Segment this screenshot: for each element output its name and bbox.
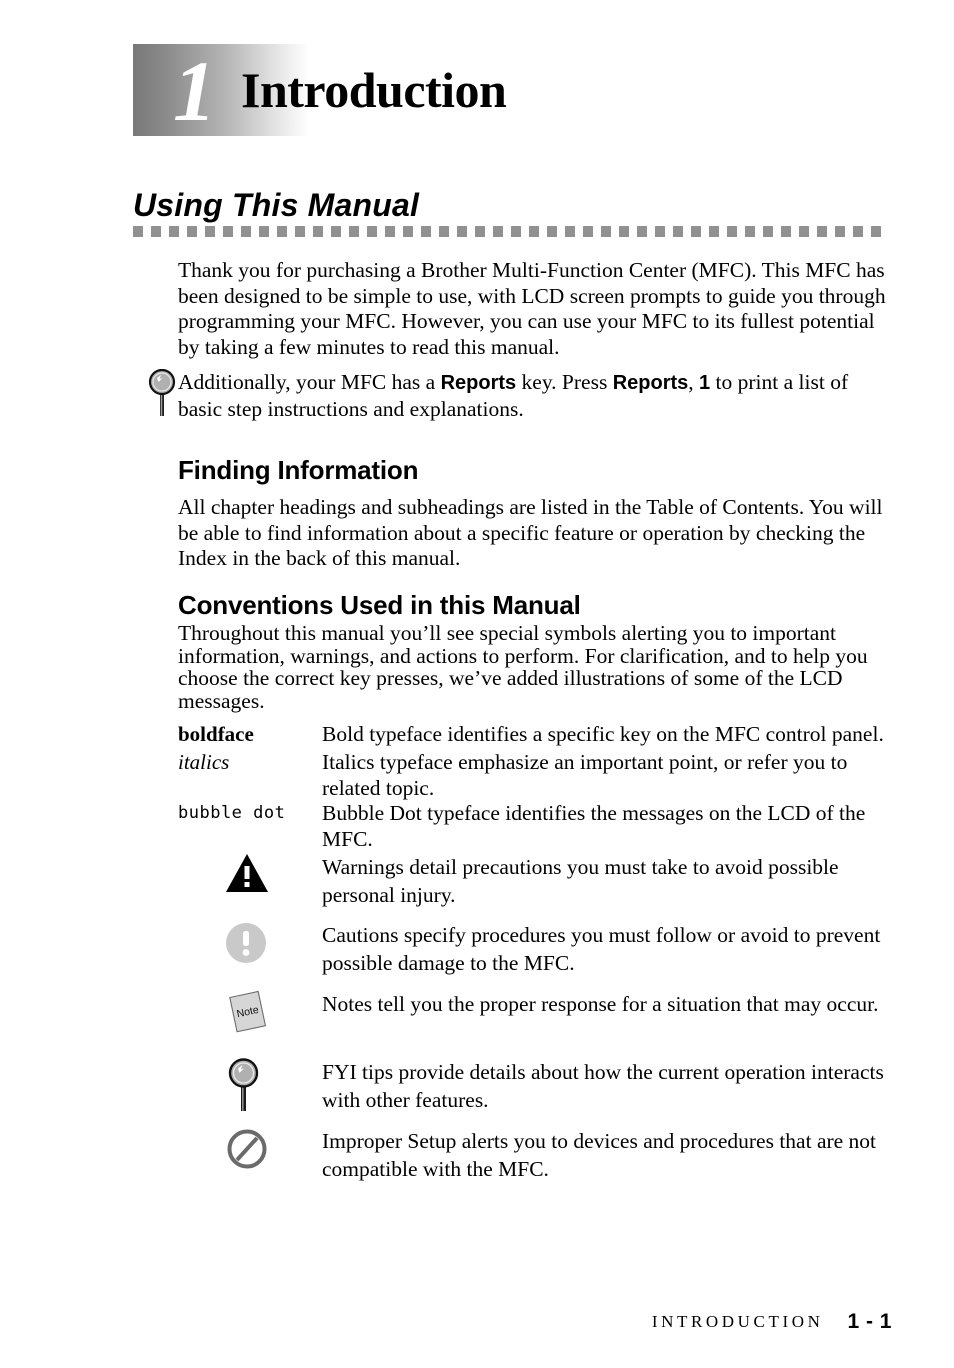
- symbol-description-improper-setup: Improper Setup alerts you to devices and…: [322, 1129, 877, 1181]
- symbol-description-warning: Warnings detail precautions you must tak…: [322, 855, 839, 907]
- magnifier-icon: [225, 1058, 287, 1114]
- finding-information-paragraph: All chapter headings and subheadings are…: [178, 495, 883, 570]
- footer-page-number: 1 - 1: [847, 1310, 892, 1333]
- chapter-number: 1: [173, 43, 216, 139]
- page-title: Introduction: [241, 62, 507, 118]
- typeface-term-bubble-dot: bubble dot: [178, 803, 286, 823]
- manual-page: 1 Introduction Using This Manual Thank y…: [0, 0, 954, 1368]
- fyi-text-2: key. Press: [516, 370, 613, 394]
- caution-circle-icon: [225, 921, 287, 977]
- fyi-key-reports-2: Reports: [612, 372, 689, 394]
- typeface-term-boldface: boldface: [178, 722, 254, 746]
- subheading-conventions: Conventions Used in this Manual: [178, 590, 581, 620]
- fyi-key-one: 1: [699, 372, 711, 394]
- intro-paragraph: Thank you for purchasing a Brother Multi…: [178, 258, 886, 359]
- typeface-description-bubble-dot: Bubble Dot typeface identifies the messa…: [322, 801, 866, 851]
- symbol-description-fyi: FYI tips provide details about how the c…: [322, 1060, 884, 1112]
- symbol-description-caution: Cautions specify procedures you must fol…: [322, 923, 881, 975]
- typeface-description-italics: Italics typeface emphasize an important …: [322, 750, 848, 800]
- typeface-term-italics: italics: [178, 750, 230, 774]
- typeface-description-boldface: Bold typeface identifies a specific key …: [322, 722, 884, 746]
- fyi-key-reports-1: Reports: [440, 372, 517, 394]
- fyi-text-1: Additionally, your MFC has a: [178, 370, 441, 394]
- symbol-description-note: Notes tell you the proper response for a…: [322, 992, 879, 1016]
- subheading-finding-information: Finding Information: [178, 455, 419, 485]
- fyi-callout-text: Additionally, your MFC has a Reports key…: [178, 370, 886, 422]
- section-heading: Using This Manual: [133, 187, 420, 223]
- section-divider: [133, 226, 888, 237]
- page-footer: INTRODUCTION 1 - 1: [0, 1310, 954, 1340]
- chapter-header: 1 Introduction: [133, 43, 893, 139]
- warning-triangle-icon: [225, 853, 287, 909]
- magnifier-icon: [145, 369, 179, 417]
- note-paper-icon: Note: [225, 990, 287, 1046]
- prohibition-circle-icon: [225, 1127, 287, 1183]
- conventions-paragraph: Throughout this manual you’ll see specia…: [178, 621, 868, 713]
- fyi-text-3: ,: [688, 370, 700, 394]
- footer-chapter-label: INTRODUCTION: [651, 1312, 824, 1331]
